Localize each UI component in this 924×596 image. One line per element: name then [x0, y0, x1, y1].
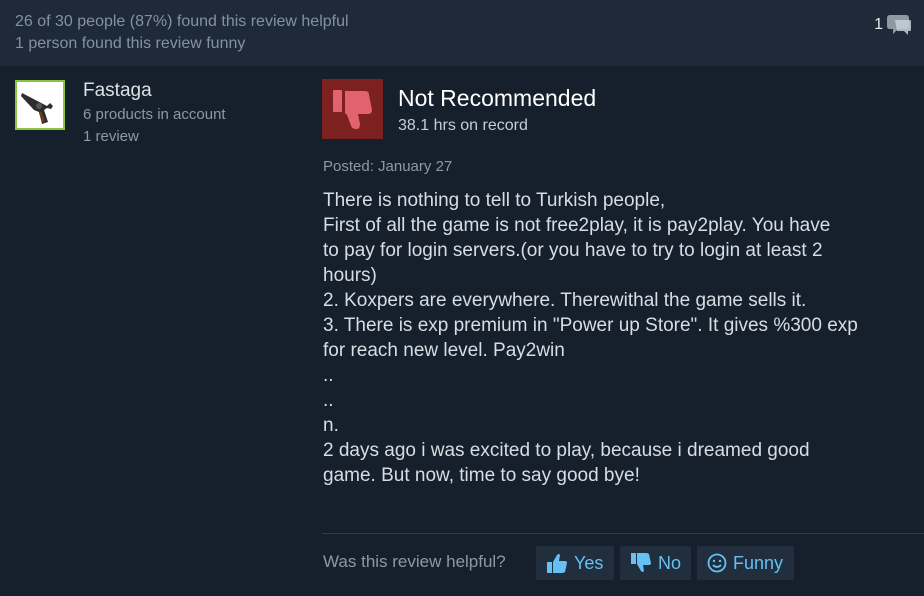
review-line: 3. There is exp premium in "Power up Sto… — [323, 315, 858, 336]
review-line: .. — [323, 365, 334, 386]
review-line: for reach new level. Pay2win — [323, 340, 565, 361]
hours-on-record: 38.1 hrs on record — [398, 117, 528, 134]
feedback-divider — [322, 533, 924, 534]
verdict-title[interactable]: Not Recommended — [398, 85, 596, 112]
thumbs-down-small-icon — [630, 553, 651, 572]
review-header-bar: 26 of 30 people (87%) found this review … — [0, 0, 924, 66]
author-name[interactable]: Fastaga — [83, 80, 152, 102]
review-line: to pay for login servers.(or you have to… — [323, 240, 823, 261]
verdict-badge — [322, 79, 383, 139]
review-line: game. But now, time to say good bye! — [323, 465, 640, 486]
speech-bubble-icon — [887, 15, 911, 35]
vote-yes-button[interactable]: Yes — [536, 546, 614, 580]
smiley-icon — [707, 553, 727, 573]
thumbs-down-icon — [332, 90, 372, 130]
funny-count-text: 1 person found this review funny — [15, 35, 246, 52]
review-line: .. — [323, 390, 334, 411]
thumbs-up-icon — [547, 554, 567, 573]
review-line: 2. Koxpers are everywhere. Therewithal t… — [323, 290, 807, 311]
posted-date: Posted: January 27 — [323, 158, 453, 175]
review-line: hours) — [323, 265, 377, 286]
vote-yes-label: Yes — [574, 552, 604, 573]
vote-no-label: No — [657, 552, 681, 573]
vote-no-button[interactable]: No — [620, 546, 691, 580]
comment-count-number: 1 — [874, 16, 883, 33]
vote-funny-button[interactable]: Funny — [697, 546, 794, 580]
comment-count-link[interactable]: 1 — [874, 12, 912, 38]
author-products[interactable]: 6 products in account — [83, 106, 226, 123]
vote-funny-label: Funny — [733, 552, 784, 573]
helpful-question: Was this review helpful? — [323, 552, 506, 571]
review-text: There is nothing to tell to Turkish peop… — [323, 188, 913, 488]
author-avatar[interactable] — [15, 80, 65, 130]
review-line: There is nothing to tell to Turkish peop… — [323, 190, 666, 211]
helpful-count-text: 26 of 30 people (87%) found this review … — [15, 13, 349, 30]
revolver-avatar — [17, 82, 63, 128]
review-line: 2 days ago i was excited to play, becaus… — [323, 440, 810, 461]
review-line: First of all the game is not free2play, … — [323, 215, 831, 236]
author-reviews[interactable]: 1 review — [83, 128, 139, 145]
review-line: n. — [323, 415, 339, 436]
